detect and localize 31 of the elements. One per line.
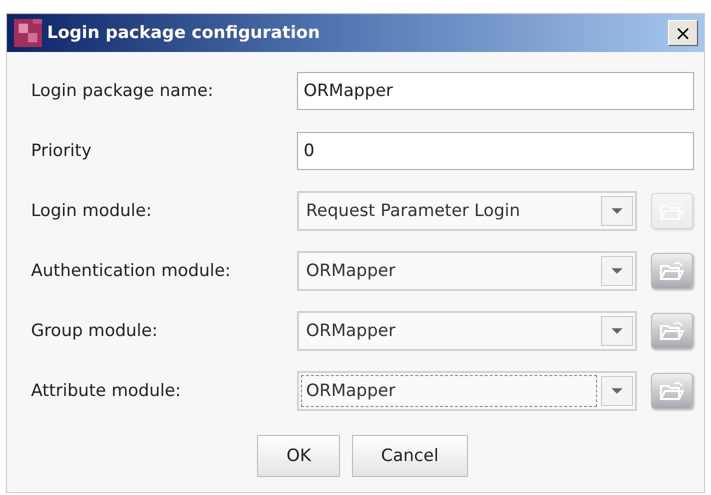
cancel-button[interactable]: Cancel xyxy=(352,435,468,477)
folder-button[interactable] xyxy=(651,313,693,349)
folder-icon xyxy=(659,260,685,282)
dropdown[interactable]: ORMapper xyxy=(297,371,637,411)
text-field[interactable]: ORMapper xyxy=(296,72,694,110)
field-label: Attribute module: xyxy=(31,381,182,401)
dropdown-value: Request Parameter Login xyxy=(305,200,522,223)
dropdown-value: ORMapper xyxy=(305,320,396,343)
dropdown[interactable]: ORMapper xyxy=(297,251,637,291)
field-label: Authentication module: xyxy=(31,261,232,281)
dropdown-value: ORMapper xyxy=(301,375,597,407)
field-label: Group module: xyxy=(31,321,159,341)
field-label: Priority xyxy=(31,141,93,161)
field-label: Login module: xyxy=(31,201,153,221)
dropdown-value: ORMapper xyxy=(305,260,396,283)
close-button[interactable]: × xyxy=(668,20,698,46)
dropdown[interactable]: Request Parameter Login xyxy=(297,191,637,231)
caret-icon xyxy=(601,376,633,406)
caret-icon xyxy=(601,196,633,226)
ok-button[interactable]: OK xyxy=(257,435,340,477)
folder-button[interactable] xyxy=(651,373,693,409)
dropdown[interactable]: ORMapper xyxy=(297,311,637,351)
folder-icon xyxy=(659,320,685,342)
field-label: Login package name: xyxy=(31,81,214,101)
folder-button[interactable] xyxy=(651,253,693,289)
text-field[interactable]: 0 xyxy=(296,132,694,170)
app-icon xyxy=(13,19,43,47)
caret-icon xyxy=(601,256,633,286)
caret-icon xyxy=(601,316,633,346)
window-title: Login package configuration xyxy=(47,23,321,43)
folder-icon xyxy=(659,380,685,402)
